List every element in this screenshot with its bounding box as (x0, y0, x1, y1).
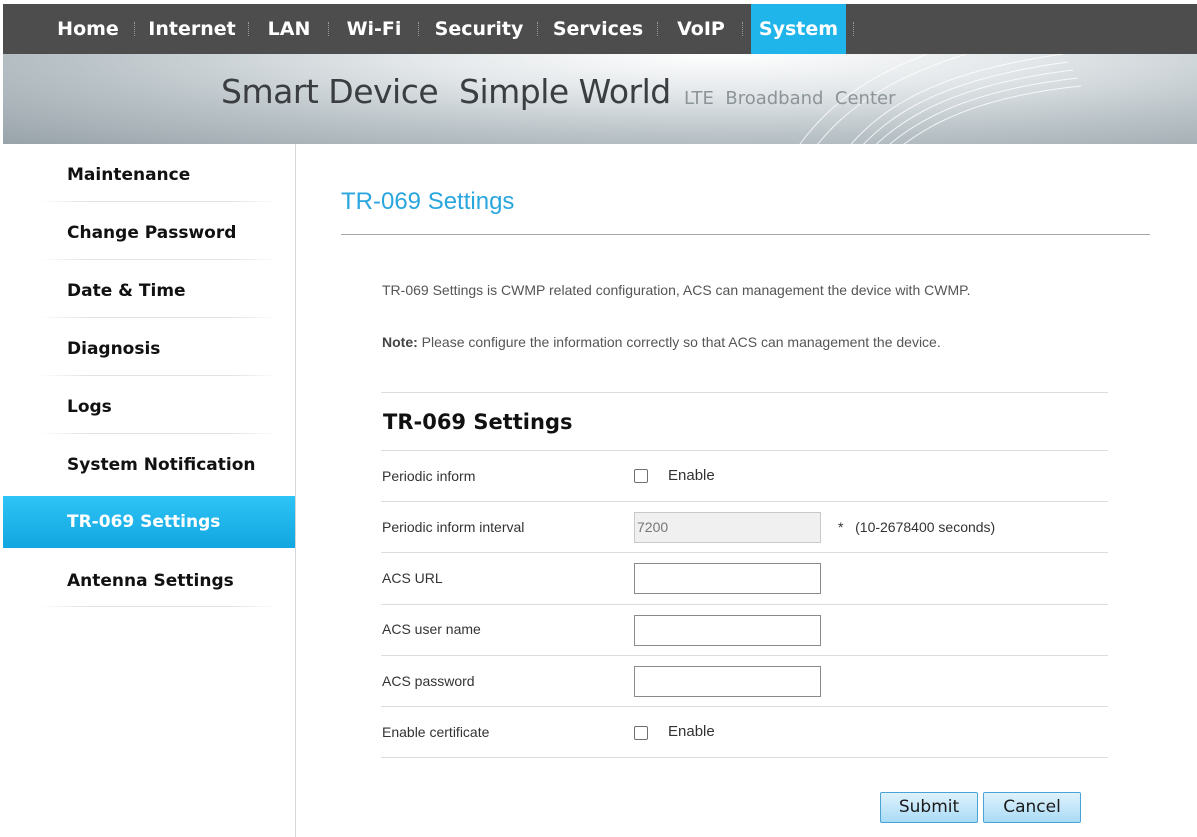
sidebar-item-label: Date & Time (67, 281, 186, 301)
sidebar-item-label: Maintenance (67, 165, 191, 185)
periodic-inform-label: Periodic inform (382, 468, 476, 484)
nav-separator (134, 22, 136, 36)
enable-certificate-label: Enable certificate (382, 724, 490, 740)
sidebar-divider (39, 259, 279, 260)
row-divider (381, 757, 1108, 758)
page-note: Note: Please configure the information c… (382, 334, 941, 350)
interval-range-hint: (10-2678400 seconds) (855, 519, 996, 535)
periodic-inform-enable-label: Enable (668, 467, 715, 484)
sidebar-divider (39, 606, 279, 607)
row-divider (381, 450, 1108, 451)
cancel-button[interactable]: Cancel (983, 792, 1081, 823)
section-title: TR-069 Settings (383, 410, 573, 434)
sidebar-item-label: Change Password (67, 223, 237, 243)
nav-home[interactable]: Home (50, 4, 126, 54)
nav-separator (328, 22, 330, 36)
acs-username-label: ACS user name (382, 621, 481, 637)
banner-subtitle: LTE Broadband Center (684, 88, 896, 109)
sidebar-item-label: Diagnosis (67, 339, 161, 359)
nav-internet[interactable]: Internet (146, 4, 238, 54)
sidebar-item-label: Antenna Settings (67, 571, 234, 591)
enable-certificate-checkbox[interactable] (634, 726, 648, 740)
section-divider (381, 392, 1108, 393)
nav-wifi[interactable]: Wi-Fi (339, 4, 409, 54)
required-mark: * (838, 519, 844, 535)
sidebar-divider (39, 201, 279, 202)
sidebar-item-label: System Notification (67, 455, 256, 475)
sidebar-item-change-password[interactable]: Change Password (3, 207, 295, 259)
banner: Smart Device Simple World LTE Broadband … (3, 54, 1197, 144)
row-divider (381, 655, 1108, 656)
sidebar-divider (39, 375, 279, 376)
title-divider (341, 234, 1150, 235)
banner-slogan-smart-device: Smart Device (221, 72, 439, 111)
periodic-inform-checkbox[interactable] (634, 469, 648, 483)
nav-services[interactable]: Services (548, 4, 648, 54)
acs-password-input[interactable] (634, 666, 821, 697)
enable-certificate-enable-label: Enable (668, 723, 715, 740)
periodic-interval-hint: * (10-2678400 seconds) (838, 519, 995, 535)
nav-system[interactable]: System (751, 4, 846, 54)
sidebar-item-maintenance[interactable]: Maintenance (3, 149, 295, 201)
nav-lan[interactable]: LAN (259, 4, 319, 54)
sidebar-item-antenna-settings[interactable]: Antenna Settings (3, 555, 295, 607)
nav-separator (418, 22, 420, 36)
sidebar-item-diagnosis[interactable]: Diagnosis (3, 323, 295, 375)
acs-url-input[interactable] (634, 563, 821, 594)
nav-separator (742, 22, 744, 36)
acs-password-label: ACS password (382, 673, 475, 689)
sidebar-item-logs[interactable]: Logs (3, 381, 295, 433)
acs-username-input[interactable] (634, 615, 821, 646)
nav-separator (537, 22, 539, 36)
sidebar-item-date-time[interactable]: Date & Time (3, 265, 295, 317)
sidebar-item-system-notification[interactable]: System Notification (3, 439, 295, 491)
acs-url-label: ACS URL (382, 570, 443, 586)
nav-separator (853, 22, 855, 36)
page-title: TR-069 Settings (341, 188, 515, 215)
row-divider (381, 706, 1108, 707)
nav-voip[interactable]: VoIP (668, 4, 734, 54)
nav-security[interactable]: Security (429, 4, 529, 54)
periodic-interval-input[interactable]: 7200 (634, 512, 821, 543)
row-divider (381, 604, 1108, 605)
sidebar: Maintenance Change Password Date & Time … (3, 144, 296, 837)
nav-separator (657, 22, 659, 36)
note-label: Note: (382, 334, 418, 350)
submit-button[interactable]: Submit (880, 792, 978, 823)
row-divider (381, 501, 1108, 502)
sidebar-item-label: TR-069 Settings (67, 512, 221, 532)
sidebar-item-label: Logs (67, 397, 112, 417)
row-divider (381, 552, 1108, 553)
sidebar-item-tr069-settings[interactable]: TR-069 Settings (3, 496, 295, 548)
periodic-interval-label: Periodic inform interval (382, 519, 525, 535)
page-description: TR-069 Settings is CWMP related configur… (382, 282, 971, 298)
banner-slogan-simple-world: Simple World (459, 72, 671, 111)
top-nav: Home Internet LAN Wi-Fi Security Service… (3, 4, 1197, 54)
sidebar-divider (39, 317, 279, 318)
note-text: Please configure the information correct… (417, 334, 941, 350)
sidebar-divider (39, 433, 279, 434)
nav-separator (248, 22, 250, 36)
